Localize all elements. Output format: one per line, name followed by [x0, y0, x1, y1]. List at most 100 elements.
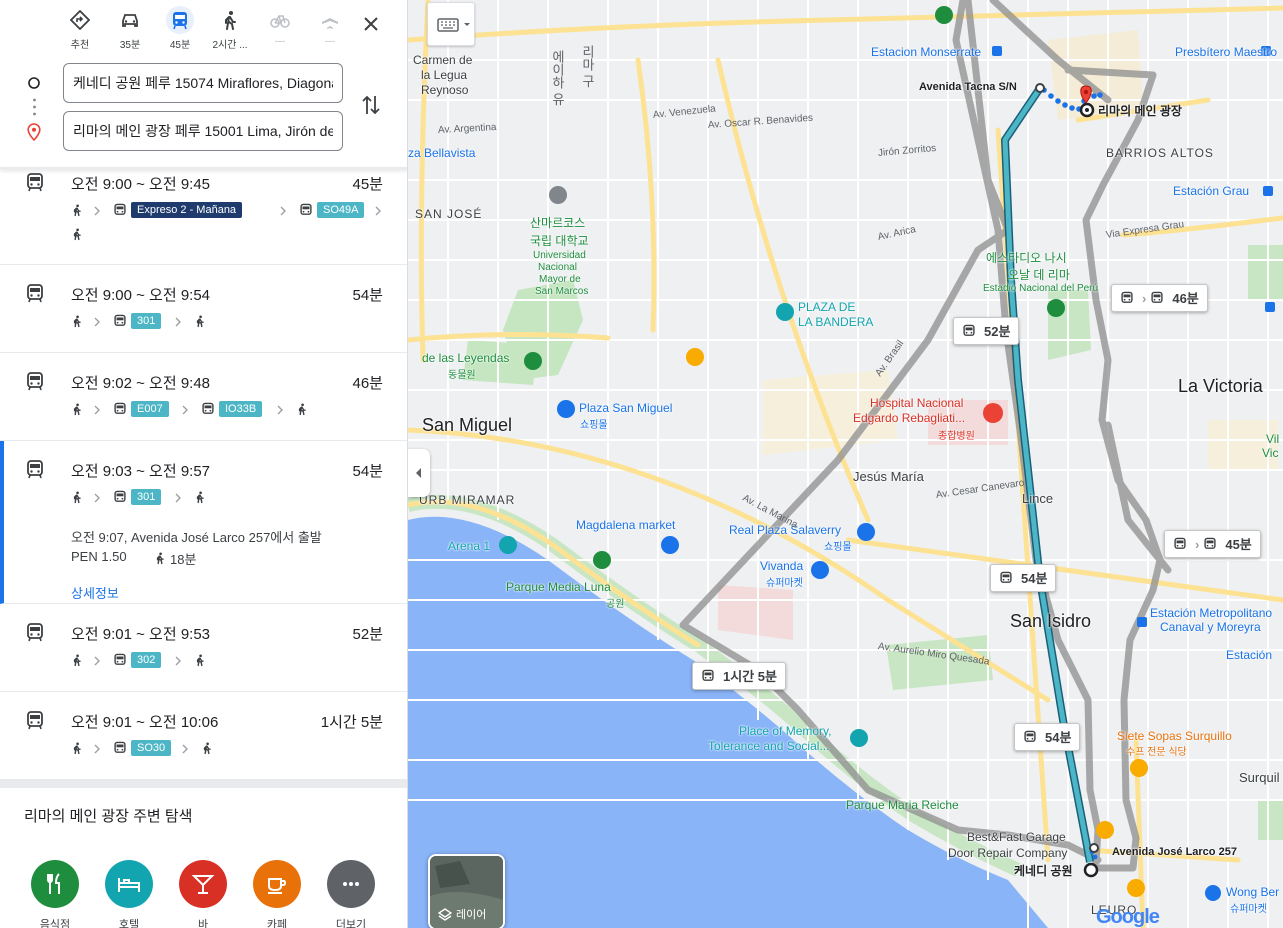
map-place-label[interactable]: Jesús María — [853, 469, 924, 484]
directions-diamond-icon — [70, 10, 90, 30]
map-place-label[interactable]: Parque Maria Reiche — [846, 798, 959, 812]
map-place-label[interactable]: Estadio Nacional del Perú — [983, 283, 1098, 294]
map-place-label[interactable]: 쇼핑몰 — [580, 416, 608, 431]
map-place-label[interactable]: LA BANDERA — [798, 315, 873, 329]
map-place-label[interactable]: Estación — [1226, 648, 1272, 662]
map-district-label: 리마 구 — [580, 45, 595, 88]
input-tools-button[interactable] — [427, 2, 475, 46]
map-place-label[interactable]: de las Leyendas — [422, 351, 509, 365]
map-place-label[interactable]: 국립 대학교 — [530, 232, 589, 249]
map-place-label[interactable]: BARRIOS ALTOS — [1106, 146, 1214, 160]
map-place-label[interactable]: la Legua — [421, 68, 467, 82]
map-place-label[interactable]: 리마의 메인 광장 — [1098, 102, 1182, 119]
route-duration-bubble[interactable]: › 46분 — [1111, 284, 1208, 312]
map-view[interactable]: Carmen de la Legua Reynoso Estacion Monserr… — [408, 0, 1283, 928]
explore-hotels-button[interactable] — [105, 860, 153, 908]
map-place-label[interactable]: Parque Media Luna — [506, 580, 611, 594]
map-place-label[interactable]: Siete Sopas Surquillo — [1117, 729, 1232, 743]
explore-more-button[interactable] — [327, 860, 375, 908]
route-option-1[interactable]: 오전 9:00 ~ 오전 9:45 45분 Expreso 2 - Mañana SO… — [0, 169, 407, 265]
explore-restaurants-button[interactable] — [31, 860, 79, 908]
map-place-label[interactable]: 에스타디오 나시 — [986, 249, 1067, 266]
map-place-label[interactable]: Vivanda — [760, 559, 803, 573]
map-place-label[interactable]: Door Repair Company — [948, 846, 1067, 860]
walk-icon — [156, 552, 164, 565]
route-duration-bubble[interactable]: 54분 — [1014, 723, 1081, 751]
map-place-label[interactable]: Canaval y Moreyra — [1160, 620, 1261, 634]
map-place-label[interactable]: Tolerance and Social... — [708, 739, 829, 753]
map-place-label[interactable]: Mayor de — [539, 274, 581, 285]
origin-input[interactable] — [63, 63, 343, 103]
map-place-label[interactable]: Lince — [1022, 491, 1053, 506]
route-details-link[interactable]: 상세정보 — [71, 583, 119, 602]
mode-flight-button[interactable]: — — [300, 6, 360, 52]
step-separator — [93, 403, 101, 421]
map-place-label[interactable]: San Miguel — [422, 415, 512, 436]
map-place-label[interactable]: Carmen de — [413, 53, 472, 67]
map-place-label[interactable]: La Victoria — [1178, 376, 1263, 397]
map-place-label[interactable]: 동물원 — [448, 366, 476, 381]
explore-cafes-button[interactable] — [253, 860, 301, 908]
map-place-label[interactable]: Magdalena market — [576, 518, 675, 532]
map-place-label[interactable]: 쇼핑몰 — [824, 538, 852, 553]
route-option-4[interactable]: 오전 9:03 ~ 오전 9:57 54분 301 오전 9:07, Avenida … — [0, 441, 407, 604]
map-place-label[interactable]: Place of Memory, — [739, 724, 831, 738]
step-separator — [181, 742, 189, 760]
map-place-label[interactable]: Nacional — [538, 262, 577, 273]
map-place-label[interactable]: San Marcos — [535, 286, 588, 297]
map-place-label[interactable]: Universidad — [533, 250, 586, 261]
collapse-panel-button[interactable] — [408, 449, 430, 497]
map-place-label[interactable]: za Bellavista — [408, 146, 475, 160]
route-duration-bubble[interactable]: › 45분 — [1164, 530, 1261, 558]
map-place-label[interactable]: 종합병원 — [938, 427, 975, 442]
map-place-label[interactable]: URB MIRAMAR — [419, 493, 515, 507]
map-place-label[interactable]: 케네디 공원 — [1014, 862, 1073, 879]
map-place-label[interactable]: Vic — [1262, 446, 1278, 460]
map-place-label[interactable]: Hospital Nacional — [870, 396, 963, 410]
map-place-label[interactable]: Estacion Monserrate — [871, 45, 981, 59]
transit-icon — [173, 12, 187, 30]
map-place-label[interactable]: SAN JOSÉ — [415, 207, 482, 221]
map-place-label[interactable]: San Isidro — [1010, 611, 1091, 632]
layers-label: 레이어 — [456, 909, 487, 921]
map-place-label[interactable]: 슈퍼마켓 — [1230, 900, 1267, 915]
origin-marker[interactable] — [1083, 862, 1099, 878]
map-place-label[interactable]: 공원 — [606, 595, 624, 610]
destination-input[interactable] — [63, 111, 343, 151]
map-place-label[interactable]: Reynoso — [421, 83, 468, 97]
map-place-label[interactable]: Arena 1 — [448, 539, 490, 553]
map-place-label[interactable]: 오날 데 리마 — [1008, 266, 1070, 283]
route-option-6[interactable]: 오전 9:01 ~ 오전 10:06 1시간 5분 SO30 — [0, 692, 407, 780]
map-place-label[interactable]: Presbítero Maestro — [1175, 45, 1277, 59]
route-option-3[interactable]: 오전 9:02 ~ 오전 9:48 46분 E007 IO33B — [0, 353, 407, 441]
route-option-2[interactable]: 오전 9:00 ~ 오전 9:54 54분 301 — [0, 265, 407, 353]
swap-locations-button[interactable] — [359, 92, 383, 118]
route-option-5[interactable]: 오전 9:01 ~ 오전 9:53 52분 302 — [0, 604, 407, 692]
map-place-label[interactable]: Edgardo Rebagliati... — [853, 411, 965, 425]
map-place-label[interactable]: Estación Grau — [1173, 184, 1249, 198]
map-place-label[interactable]: 슈퍼마켓 — [766, 574, 803, 589]
map-place-label[interactable]: PLAZA DE — [798, 300, 855, 314]
car-icon — [122, 14, 138, 27]
route-list: 오전 9:00 ~ 오전 9:45 45분 Expreso 2 - Mañana SO… — [0, 169, 407, 780]
map-place-label[interactable]: Vil — [1266, 432, 1279, 446]
map-place-label[interactable]: Best&Fast Garage — [967, 830, 1066, 844]
map-place-label[interactable]: 수프 전문 식당 — [1126, 743, 1187, 758]
route-duration-bubble[interactable]: 1시간 5분 — [692, 662, 786, 690]
explore-bars-button[interactable] — [179, 860, 227, 908]
step-separator — [174, 315, 182, 333]
route-duration-bubble[interactable]: 54분 — [990, 564, 1057, 592]
map-place-label[interactable]: Wong Ber — [1226, 885, 1279, 899]
map-place-label[interactable]: 산마르코스 — [530, 214, 585, 231]
step-separator — [174, 491, 182, 509]
map-place-label[interactable]: Plaza San Miguel — [579, 401, 672, 415]
route-duration-bubble[interactable]: 52분 — [953, 317, 1020, 345]
map-place-label[interactable]: Avenida José Larco 257 — [1112, 846, 1237, 858]
route-time: 오전 9:00 ~ 오전 9:54 — [71, 287, 211, 304]
map-canvas[interactable] — [408, 0, 1283, 928]
map-place-label[interactable]: Estación Metropolitano — [1150, 606, 1272, 620]
map-place-label[interactable]: Avenida Tacna S/N — [919, 81, 1017, 93]
close-directions-button[interactable] — [358, 11, 384, 37]
map-place-label[interactable]: Surquil — [1239, 770, 1279, 785]
layers-button[interactable]: 레이어 — [428, 854, 505, 928]
